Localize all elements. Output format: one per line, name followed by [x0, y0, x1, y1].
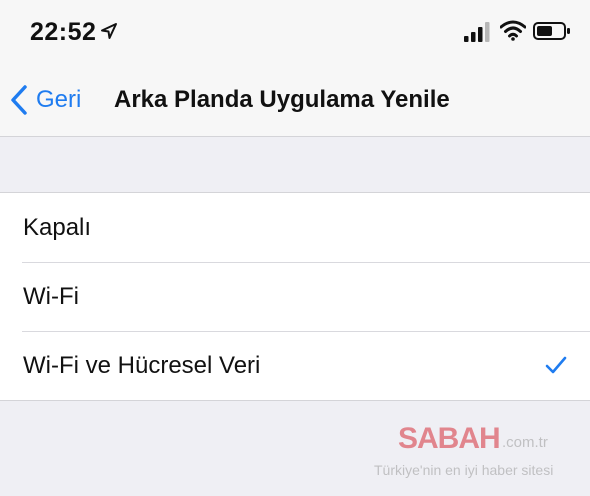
- option-wifi-and-cellular[interactable]: Wi-Fi ve Hücresel Veri: [0, 331, 590, 400]
- refresh-options-list: Kapalı Wi-Fi Wi-Fi ve Hücresel Veri: [0, 192, 590, 401]
- row-separator: [22, 331, 590, 332]
- sabah-watermark: SABAH .com.tr Türkiye'nin en iyi haber s…: [374, 422, 588, 488]
- option-off[interactable]: Kapalı: [0, 193, 590, 262]
- wifi-icon: [500, 20, 526, 41]
- status-time: 22:52: [30, 18, 97, 46]
- battery-icon: [533, 22, 570, 40]
- watermark-domain: .com.tr: [502, 434, 548, 451]
- option-label: Wi-Fi ve Hücresel Veri: [23, 352, 261, 379]
- watermark-brand: SABAH: [398, 422, 501, 455]
- back-button-label: Geri: [36, 86, 82, 113]
- option-label: Kapalı: [23, 214, 92, 241]
- location-arrow-icon: [101, 23, 117, 39]
- option-label: Wi-Fi: [23, 283, 79, 310]
- back-button[interactable]: Geri: [10, 82, 81, 118]
- cellular-signal-icon: [464, 22, 490, 42]
- navigation-bar: Geri Arka Planda Uygulama Yenile: [0, 62, 590, 137]
- chevron-left-icon: [11, 85, 27, 115]
- page-title: Arka Planda Uygulama Yenile: [114, 86, 450, 113]
- option-wifi[interactable]: Wi-Fi: [0, 262, 590, 331]
- watermark-tagline: Türkiye'nin en iyi haber sitesi: [374, 462, 554, 478]
- checkmark-icon: [545, 356, 567, 374]
- row-separator: [22, 262, 590, 263]
- status-bar: 22:52: [0, 0, 590, 62]
- settings-screen: 22:52 Geri Arka Planda Uygulama Yenile K…: [0, 0, 590, 496]
